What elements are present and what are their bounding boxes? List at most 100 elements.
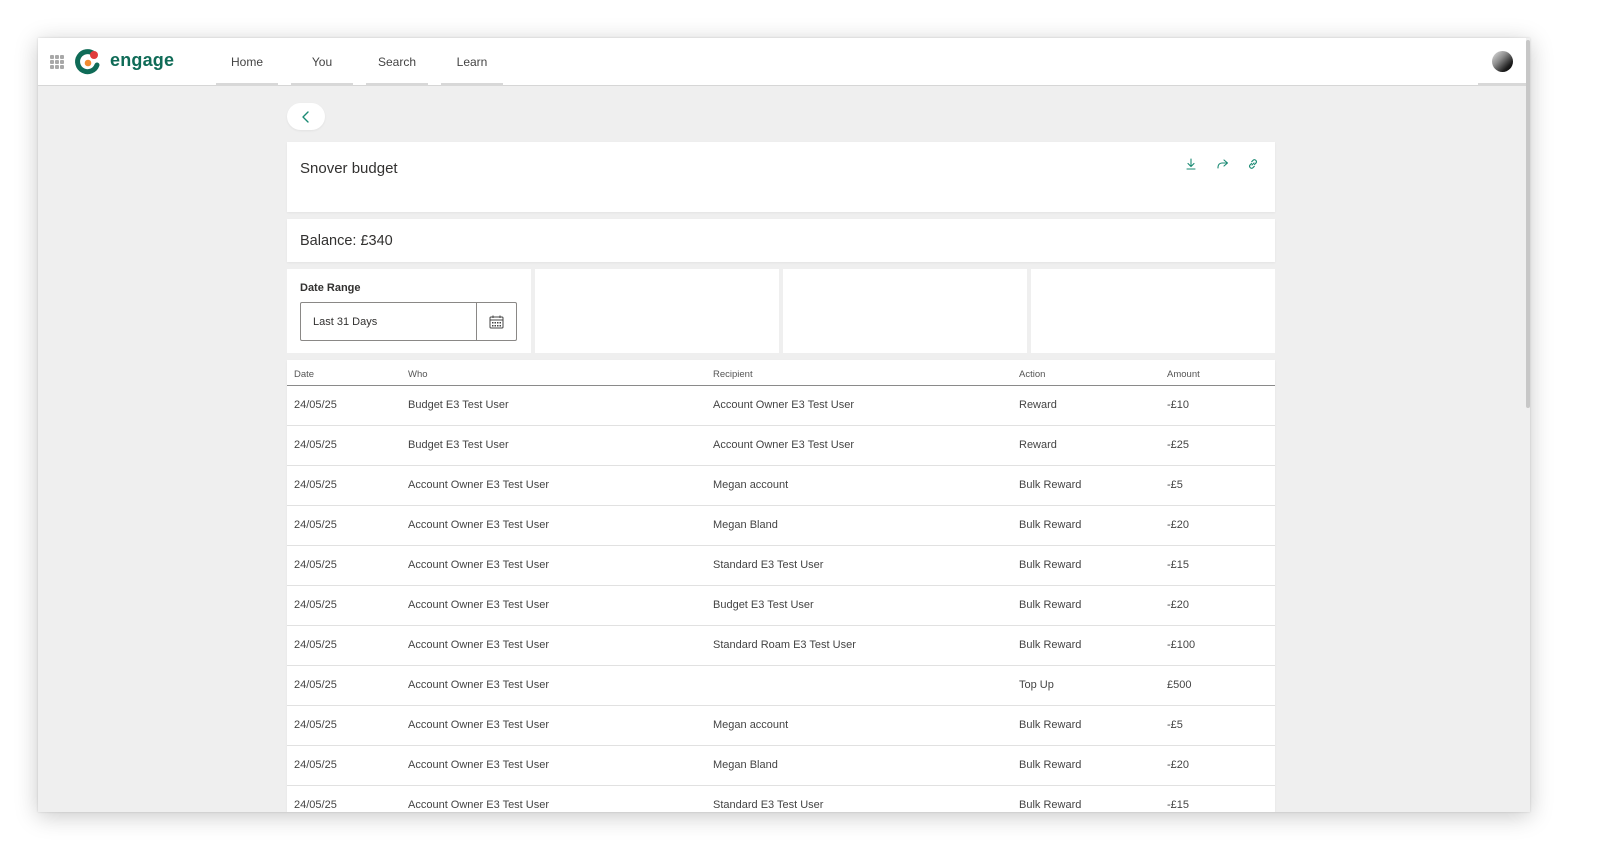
cell-date: 24/05/25 — [287, 745, 401, 786]
app-launcher-icon[interactable] — [50, 55, 64, 69]
copy-link-button[interactable] — [1245, 156, 1261, 172]
cell-amount: £500 — [1160, 665, 1275, 706]
balance-card: Balance: £340 — [287, 219, 1275, 262]
cell-recipient: Budget E3 Test User — [706, 585, 1012, 626]
transactions-table-card: Date Who Recipient Action Amount 24/05/2… — [287, 360, 1275, 812]
cell-amount: -£20 — [1160, 745, 1275, 786]
cell-who: Account Owner E3 Test User — [401, 465, 706, 506]
cell-recipient: Megan Bland — [706, 505, 1012, 546]
table-row[interactable]: 24/05/25 Budget E3 Test User Account Own… — [287, 385, 1275, 426]
cell-amount: -£20 — [1160, 505, 1275, 546]
avatar-underline — [1478, 83, 1526, 86]
cell-recipient: Standard E3 Test User — [706, 785, 1012, 812]
cell-date: 24/05/25 — [287, 585, 401, 626]
table-row[interactable]: 24/05/25 Account Owner E3 Test User Top … — [287, 665, 1275, 706]
table-row[interactable]: 24/05/25 Account Owner E3 Test User Mega… — [287, 465, 1275, 506]
table-row[interactable]: 24/05/25 Account Owner E3 Test User Mega… — [287, 745, 1275, 786]
cell-who: Account Owner E3 Test User — [401, 745, 706, 786]
cell-action: Bulk Reward — [1012, 745, 1160, 786]
cell-amount: -£15 — [1160, 785, 1275, 812]
cell-recipient: Standard Roam E3 Test User — [706, 625, 1012, 666]
share-button[interactable] — [1214, 156, 1230, 172]
date-range-value: Last 31 Days — [313, 316, 378, 328]
user-avatar[interactable] — [1492, 51, 1513, 72]
cell-date: 24/05/25 — [287, 465, 401, 506]
table-row[interactable]: 24/05/25 Account Owner E3 Test User Stan… — [287, 625, 1275, 666]
table-row[interactable]: 24/05/25 Account Owner E3 Test User Budg… — [287, 585, 1275, 626]
cell-action: Top Up — [1012, 665, 1160, 706]
filter-slot-4 — [1031, 269, 1275, 353]
cell-recipient: Megan Bland — [706, 745, 1012, 786]
nav-learn[interactable]: Learn — [441, 38, 503, 86]
column-header-action[interactable]: Action — [1012, 360, 1160, 386]
cell-date: 24/05/25 — [287, 425, 401, 466]
cell-amount: -£5 — [1160, 465, 1275, 506]
column-header-who[interactable]: Who — [401, 360, 706, 386]
cell-action: Bulk Reward — [1012, 585, 1160, 626]
download-button[interactable] — [1183, 156, 1199, 172]
cell-action: Bulk Reward — [1012, 705, 1160, 746]
chevron-left-icon — [302, 110, 309, 123]
table-row[interactable]: 24/05/25 Budget E3 Test User Account Own… — [287, 425, 1275, 466]
link-icon — [1249, 159, 1257, 169]
top-navigation-bar: engage Home You Search Learn — [38, 38, 1530, 86]
column-header-recipient[interactable]: Recipient — [706, 360, 1012, 386]
cell-who: Account Owner E3 Test User — [401, 665, 706, 706]
date-range-label: Date Range — [300, 282, 361, 294]
cell-date: 24/05/25 — [287, 625, 401, 666]
calendar-icon — [489, 315, 504, 328]
cell-action: Bulk Reward — [1012, 785, 1160, 812]
table-row[interactable]: 24/05/25 Account Owner E3 Test User Stan… — [287, 545, 1275, 586]
cell-date: 24/05/25 — [287, 665, 401, 706]
cell-recipient — [706, 665, 1012, 706]
filter-slot-2 — [535, 269, 779, 353]
table-row[interactable]: 24/05/25 Account Owner E3 Test User Stan… — [287, 785, 1275, 812]
cell-action: Bulk Reward — [1012, 505, 1160, 546]
table-row[interactable]: 24/05/25 Account Owner E3 Test User Mega… — [287, 705, 1275, 746]
column-header-amount[interactable]: Amount — [1160, 360, 1275, 386]
cell-who: Account Owner E3 Test User — [401, 585, 706, 626]
table-header-row: Date Who Recipient Action Amount — [287, 360, 1275, 386]
scrollbar-track[interactable] — [1526, 38, 1530, 812]
app-name: engage — [110, 50, 175, 70]
transactions-table: Date Who Recipient Action Amount 24/05/2… — [287, 360, 1275, 812]
download-icon — [1186, 158, 1196, 170]
cell-who: Account Owner E3 Test User — [401, 625, 706, 666]
cell-recipient: Megan account — [706, 705, 1012, 746]
cell-action: Reward — [1012, 425, 1160, 466]
cell-who: Account Owner E3 Test User — [401, 705, 706, 746]
cell-amount: -£5 — [1160, 705, 1275, 746]
calendar-button[interactable] — [476, 303, 516, 340]
nav-you[interactable]: You — [291, 38, 353, 86]
cell-who: Budget E3 Test User — [401, 385, 706, 426]
header-actions — [1183, 156, 1261, 172]
cell-action: Bulk Reward — [1012, 625, 1160, 666]
cell-action: Reward — [1012, 385, 1160, 426]
cell-who: Account Owner E3 Test User — [401, 785, 706, 812]
cell-amount: -£15 — [1160, 545, 1275, 586]
filter-slot-3 — [783, 269, 1027, 353]
share-icon — [1216, 159, 1228, 169]
cell-amount: -£20 — [1160, 585, 1275, 626]
date-range-picker[interactable]: Last 31 Days — [300, 302, 517, 341]
date-range-filter: Date Range Last 31 Days — [287, 269, 531, 353]
nav-search[interactable]: Search — [366, 38, 428, 86]
cell-recipient: Account Owner E3 Test User — [706, 425, 1012, 466]
scrollbar-thumb[interactable] — [1526, 40, 1530, 408]
table-row[interactable]: 24/05/25 Account Owner E3 Test User Mega… — [287, 505, 1275, 546]
page-title: Snover budget — [300, 160, 398, 177]
cell-action: Bulk Reward — [1012, 545, 1160, 586]
cell-amount: -£25 — [1160, 425, 1275, 466]
cell-recipient: Account Owner E3 Test User — [706, 385, 1012, 426]
cell-amount: -£10 — [1160, 385, 1275, 426]
engage-logo-icon — [75, 49, 100, 75]
cell-who: Budget E3 Test User — [401, 425, 706, 466]
cell-date: 24/05/25 — [287, 505, 401, 546]
cell-who: Account Owner E3 Test User — [401, 505, 706, 546]
nav-home[interactable]: Home — [216, 38, 278, 86]
column-header-date[interactable]: Date — [287, 360, 401, 386]
cell-date: 24/05/25 — [287, 705, 401, 746]
app-window: engage Home You Search Learn Snover budg… — [38, 38, 1530, 812]
back-button[interactable] — [287, 103, 325, 130]
cell-recipient: Standard E3 Test User — [706, 545, 1012, 586]
